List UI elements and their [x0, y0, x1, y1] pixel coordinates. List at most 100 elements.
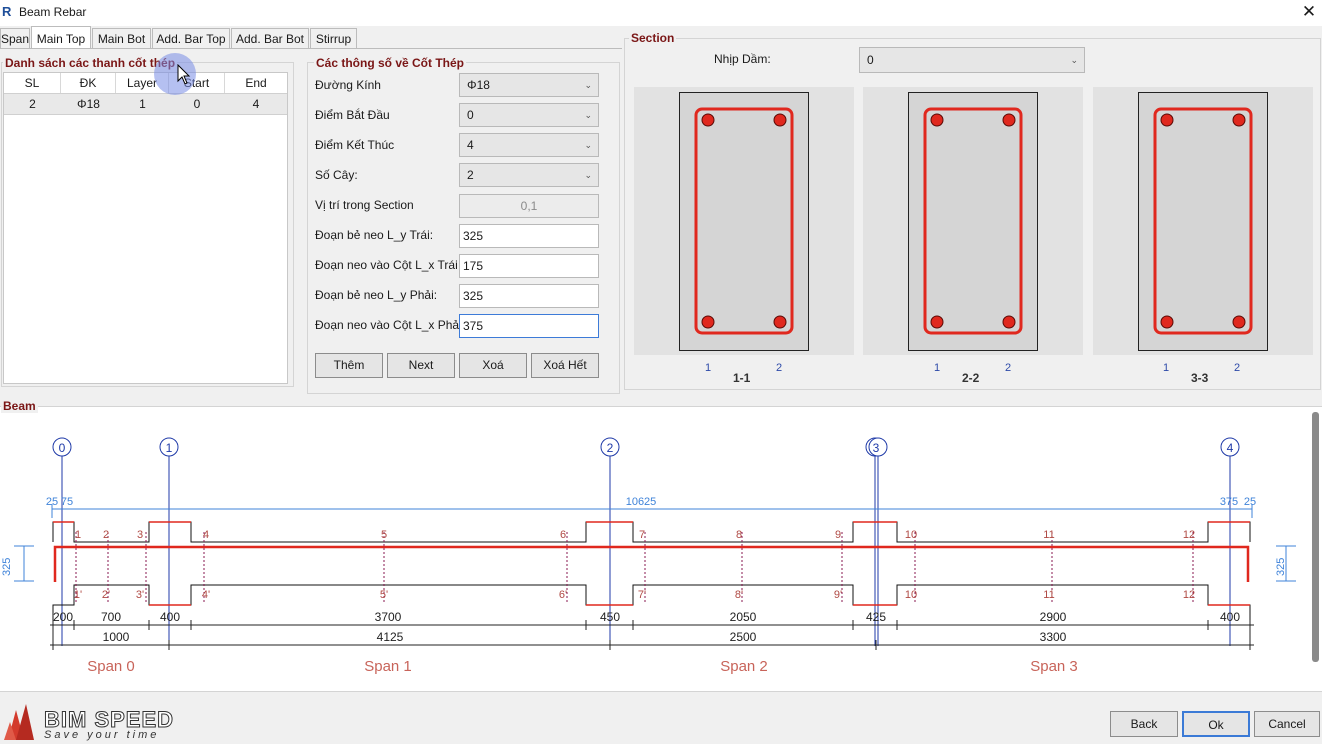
tab-add-bar-top[interactable]: Add. Bar Top	[152, 28, 230, 48]
label-diem-ket-thuc: Điểm Kết Thúc	[315, 138, 395, 152]
section-1-left-num: 1	[705, 362, 712, 374]
point-label-top: 12	[1183, 529, 1195, 541]
ok-button[interactable]: Ok	[1182, 711, 1250, 737]
total-dim-label: 10625	[626, 496, 657, 508]
chevron-down-icon: ⌄	[584, 170, 592, 180]
app-icon: R	[2, 4, 12, 19]
nhip-dam-value: 0	[867, 53, 874, 67]
next-button[interactable]: Next	[387, 353, 455, 378]
section-2-left-num: 1	[934, 362, 941, 374]
label-vi-tri-section: Vị trí trong Section	[315, 198, 414, 212]
vi-tri-section-field: 0,1	[459, 194, 599, 218]
dim-label-span: 4125	[377, 630, 404, 644]
point-label-bottom: 8'	[735, 589, 743, 601]
beam-drawing: 0 1 2 3 4 10625 25 75 375 25 325 325 1 2…	[1, 437, 1296, 675]
cell-sl: 2	[29, 97, 36, 111]
dim-label-span: 1000	[103, 630, 130, 644]
tab-stirrup[interactable]: Stirrup	[310, 28, 357, 48]
tab-span[interactable]: Span	[0, 28, 30, 48]
duong-kinh-value: Φ18	[467, 78, 490, 92]
point-label-top: 3	[137, 529, 143, 541]
tab-divider	[0, 48, 622, 49]
duong-kinh-select[interactable]: Φ18 ⌄	[459, 73, 599, 97]
span-label-2: Span 2	[720, 658, 768, 675]
label-diem-bat-dau: Điểm Bắt Đầu	[315, 108, 390, 122]
axis-label-0: 0	[59, 441, 66, 455]
point-label-top: 8	[736, 529, 742, 541]
dim-label: 700	[101, 610, 121, 624]
dim-right-25: 25	[1244, 496, 1256, 508]
xoa-button[interactable]: Xoá	[459, 353, 527, 378]
tab-add-bar-bot[interactable]: Add. Bar Bot	[231, 28, 309, 48]
dim-label: 450	[600, 610, 620, 624]
point-label-bottom: 5'	[380, 589, 388, 601]
column-header-sl: SL	[4, 73, 61, 93]
dim-label-span: 2500	[730, 630, 757, 644]
diem-bat-dau-value: 0	[467, 108, 474, 122]
nhip-dam-label: Nhịp Dầm:	[714, 52, 771, 66]
logo-tagline: Save your time	[44, 729, 160, 741]
beam-scrollbar[interactable]	[1312, 412, 1319, 662]
section-2-label: 2-2	[962, 371, 980, 385]
section-3-left-num: 1	[1163, 362, 1170, 374]
label-neo-cot-trai: Đoạn neo vào Cột L_x Trái	[315, 258, 458, 272]
dim-left-25: 25	[46, 496, 58, 508]
title-bar	[0, 0, 1322, 26]
chevron-down-icon: ⌄	[1070, 55, 1078, 65]
section-2-2-drawing	[908, 92, 1038, 351]
cell-end: 4	[252, 97, 260, 111]
dim-label: 400	[160, 610, 180, 624]
axis-label-3: 3	[873, 441, 880, 455]
dim-label: 2900	[1040, 610, 1067, 624]
point-label-bottom: 9'	[834, 589, 842, 601]
section-3-3-drawing	[1138, 92, 1268, 351]
beam-bottom-outline	[52, 584, 1251, 625]
so-cay-select[interactable]: 2 ⌄	[459, 163, 599, 187]
be-neo-trai-input[interactable]: 325	[459, 224, 599, 248]
label-so-cay: Số Cây:	[315, 168, 358, 182]
mouse-pointer-icon	[177, 64, 191, 85]
cell-dk: Φ18	[77, 97, 100, 111]
neo-cot-trai-input[interactable]: 175	[459, 254, 599, 278]
point-label-bottom: 1'	[74, 589, 82, 601]
label-be-neo-trai: Đoạn bẻ neo L_y Trái:	[315, 228, 434, 242]
column-header-dk: ĐK	[61, 73, 116, 93]
axis-label-4: 4	[1227, 441, 1234, 455]
nhip-dam-select[interactable]: 0 ⌄	[859, 47, 1085, 73]
span-label-0: Span 0	[87, 658, 135, 675]
tab-main-top[interactable]: Main Top	[31, 26, 91, 49]
point-label-top: 7	[639, 529, 645, 541]
anchor-right-label: 325	[1275, 558, 1287, 576]
dim-right-375: 375	[1220, 496, 1238, 508]
dim-left-75: 75	[61, 496, 73, 508]
bar-list-grid[interactable]	[3, 72, 288, 384]
point-label-bottom: 12	[1183, 589, 1195, 601]
diem-ket-thuc-select[interactable]: 4 ⌄	[459, 133, 599, 157]
point-label-top: 2	[103, 529, 109, 541]
bimspeed-logo-icon	[4, 704, 34, 740]
cell-start: 0	[193, 97, 201, 111]
section-view-1-1	[634, 87, 854, 355]
point-label-top: 5	[381, 529, 387, 541]
be-neo-phai-input[interactable]: 325	[459, 284, 599, 308]
cell-layer: 1	[139, 97, 146, 111]
diem-bat-dau-select[interactable]: 0 ⌄	[459, 103, 599, 127]
column-header-end: End	[225, 73, 287, 93]
tab-main-bot[interactable]: Main Bot	[92, 28, 151, 48]
section-2-right-num: 2	[1005, 362, 1012, 374]
point-label-top: 1	[75, 529, 81, 541]
section-1-1-drawing	[679, 92, 809, 351]
beam-top-outline	[52, 521, 1251, 543]
dim-label: 425	[866, 610, 886, 624]
dim-label: 2050	[730, 610, 757, 624]
them-button[interactable]: Thêm	[315, 353, 383, 378]
point-label-top: 6	[560, 529, 566, 541]
xoa-het-button[interactable]: Xoá Hết	[531, 353, 599, 378]
span-label-1: Span 1	[364, 658, 412, 675]
cancel-button[interactable]: Cancel	[1254, 711, 1320, 737]
diem-ket-thuc-value: 4	[467, 138, 474, 152]
back-button[interactable]: Back	[1110, 711, 1178, 737]
point-label-top: 4	[203, 529, 209, 541]
close-icon[interactable]: ✕	[1300, 2, 1318, 22]
neo-cot-phai-input[interactable]: 375	[459, 314, 599, 338]
